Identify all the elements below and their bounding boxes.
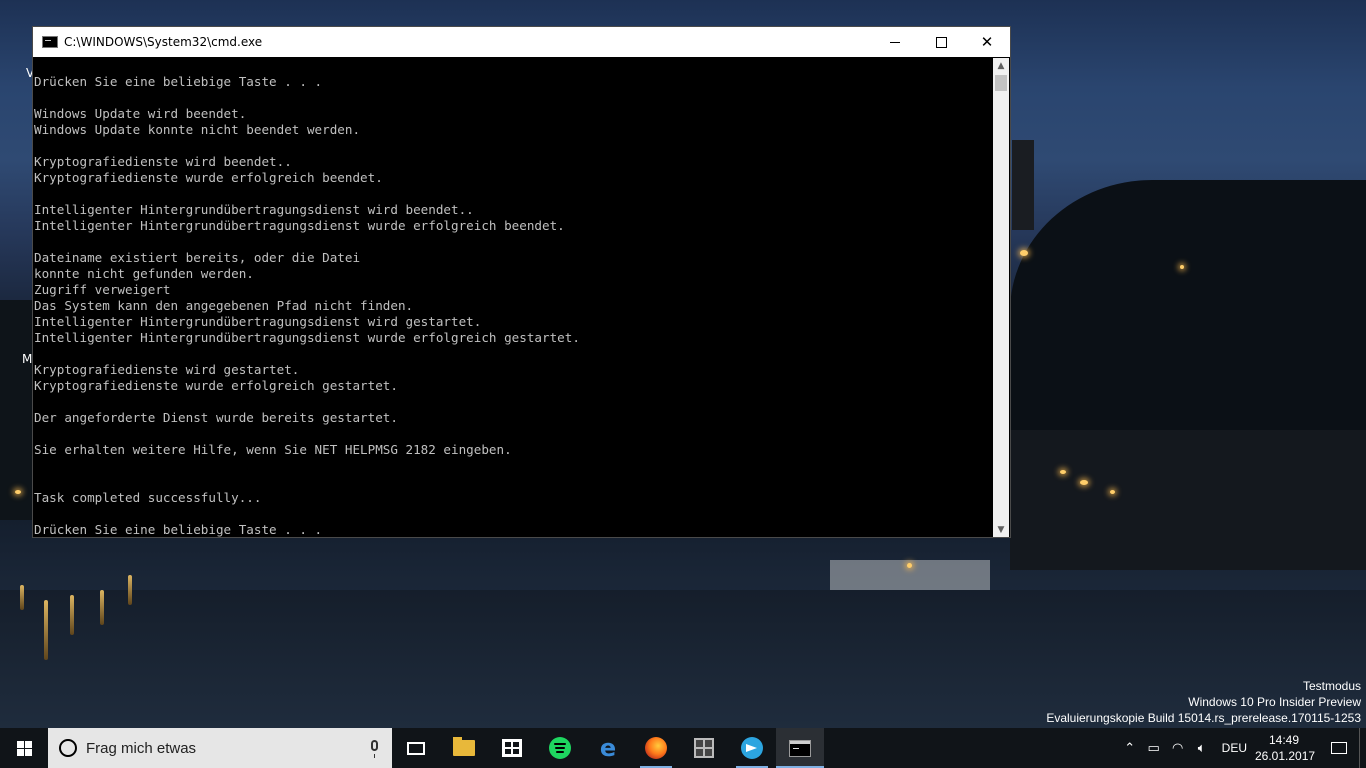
chevron-up-icon[interactable]: ⌃: [1118, 741, 1142, 756]
task-view-icon: [407, 741, 425, 755]
wifi-icon[interactable]: ◠: [1166, 741, 1190, 756]
console-line: Das System kann den angegebenen Pfad nic…: [34, 298, 414, 313]
input-language[interactable]: DEU: [1222, 741, 1247, 755]
watermark-line: Testmodus: [1302, 679, 1361, 693]
store-icon: [502, 739, 522, 757]
console-line: Intelligenter Hintergrundübertragungsdie…: [34, 202, 474, 217]
taskbar: Frag mich etwas e ⌃ ▭ ◠ 🔈︎ DEU 14:49 26.…: [0, 728, 1366, 768]
console-line: Sie erhalten weitere Hilfe, wenn Sie NET…: [34, 442, 512, 457]
minimize-icon: [890, 41, 900, 43]
console-line: Task completed successfully...: [34, 490, 262, 505]
taskbar-file-explorer[interactable]: [440, 728, 488, 768]
watermark-line: Windows 10 Pro Insider Preview: [1188, 695, 1361, 709]
console-line: Der angeforderte Dienst wurde bereits ge…: [34, 410, 398, 425]
telegram-icon: [741, 737, 763, 759]
taskbar-qr-app[interactable]: [680, 728, 728, 768]
windows-logo-icon: [16, 740, 32, 756]
system-tray: ⌃ ▭ ◠ 🔈︎ DEU 14:49 26.01.2017: [1118, 728, 1366, 768]
console-line: Windows Update wird beendet.: [34, 106, 247, 121]
show-desktop-button[interactable]: [1359, 728, 1366, 768]
taskbar-telegram[interactable]: [728, 728, 776, 768]
console-line: Dateiname existiert bereits, oder die Da…: [34, 250, 361, 265]
console-line: konnte nicht gefunden werden.: [34, 266, 254, 281]
console-output[interactable]: Drücken Sie eine beliebige Taste . . . Wi…: [34, 58, 994, 537]
search-placeholder: Frag mich etwas: [86, 739, 197, 757]
scroll-up-arrow-icon[interactable]: ▲: [993, 58, 1009, 73]
clock-time: 14:49: [1268, 733, 1300, 747]
taskbar-cmd[interactable]: [776, 728, 824, 768]
console-line: Kryptografiedienste wird beendet..: [34, 154, 292, 169]
window-titlebar[interactable]: C:\WINDOWS\System32\cmd.exe ✕: [33, 27, 1010, 57]
minimize-button[interactable]: [872, 27, 918, 57]
taskbar-edge[interactable]: e: [584, 728, 632, 768]
task-view-button[interactable]: [392, 728, 440, 768]
close-button[interactable]: ✕: [964, 27, 1010, 57]
firefox-icon: [645, 737, 667, 759]
watermark-line: Evaluierungskopie Build 15014.rs_prerele…: [1046, 711, 1361, 725]
cmd-window[interactable]: C:\WINDOWS\System32\cmd.exe ✕ Drücken Si…: [32, 26, 1011, 538]
taskbar-spotify[interactable]: [536, 728, 584, 768]
spotify-icon: [549, 737, 571, 759]
clock-date: 26.01.2017: [1255, 749, 1316, 763]
taskbar-firefox[interactable]: [632, 728, 680, 768]
cmd-icon: [789, 739, 811, 757]
search-box[interactable]: Frag mich etwas: [48, 728, 392, 768]
vertical-scrollbar[interactable]: ▲ ▼: [993, 58, 1009, 537]
clock[interactable]: 14:49 26.01.2017: [1255, 732, 1316, 764]
desktop-icon-label[interactable]: M: [22, 352, 32, 366]
console-line: Drücken Sie eine beliebige Taste . . .: [34, 74, 323, 89]
window-title: C:\WINDOWS\System32\cmd.exe: [64, 35, 263, 49]
console-line: Intelligenter Hintergrundübertragungsdie…: [34, 330, 580, 345]
console-line: Zugriff verweigert: [34, 282, 171, 297]
console-line: Kryptografiedienste wird gestartet.: [34, 362, 300, 377]
close-icon: ✕: [980, 33, 994, 51]
folder-icon: [453, 737, 475, 756]
console-line: Windows Update konnte nicht beendet werd…: [34, 122, 361, 137]
console-line: Intelligenter Hintergrundübertragungsdie…: [34, 314, 482, 329]
console-line: Intelligenter Hintergrundübertragungsdie…: [34, 218, 565, 233]
scroll-down-arrow-icon[interactable]: ▼: [993, 522, 1009, 537]
cortana-icon: [59, 739, 77, 757]
start-button[interactable]: [0, 728, 48, 768]
test-mode-watermark: Testmodus Windows 10 Pro Insider Preview…: [1046, 678, 1361, 726]
qr-icon: [694, 738, 714, 758]
console-line: Kryptografiedienste wurde erfolgreich be…: [34, 170, 383, 185]
volume-icon[interactable]: 🔈︎: [1190, 741, 1214, 756]
edge-icon: e: [599, 734, 617, 762]
console-line: Kryptografiedienste wurde erfolgreich ge…: [34, 378, 398, 393]
scroll-thumb[interactable]: [995, 75, 1007, 91]
action-center-button[interactable]: [1319, 728, 1359, 768]
cmd-icon[interactable]: [42, 36, 58, 48]
taskbar-store[interactable]: [488, 728, 536, 768]
maximize-button[interactable]: [918, 27, 964, 57]
maximize-icon: [935, 36, 947, 48]
notification-icon: [1331, 742, 1347, 754]
battery-icon[interactable]: ▭: [1142, 741, 1166, 756]
microphone-icon[interactable]: [371, 740, 378, 758]
console-line: Drücken Sie eine beliebige Taste . . .: [34, 522, 323, 537]
